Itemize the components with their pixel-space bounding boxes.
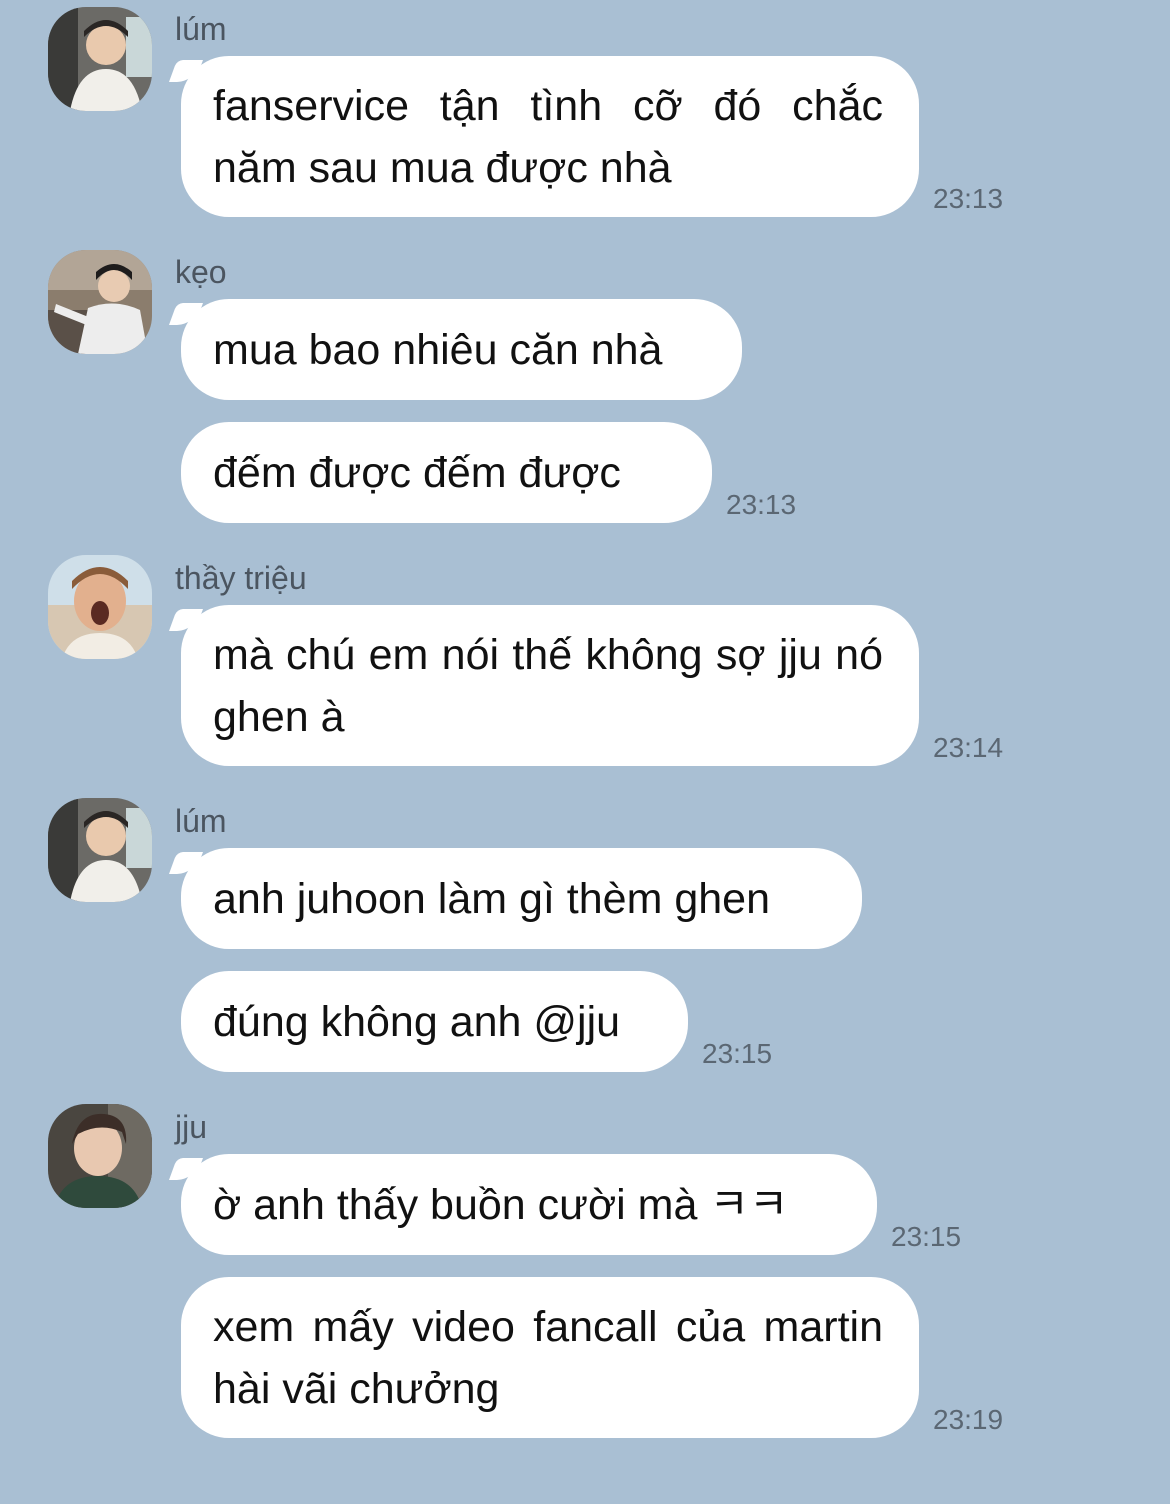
message-bubble[interactable]: xem mấy video fancall của martin hài vãi… [181, 1277, 919, 1438]
message-time: 23:13 [726, 489, 797, 520]
avatar-thay-trieu-icon [48, 555, 152, 659]
message-text: xem mấy video fancall của martin hài vãi… [213, 1303, 883, 1413]
message-bubble[interactable]: mua bao nhiêu căn nhà [181, 299, 742, 400]
sender-avatar[interactable] [48, 1104, 152, 1208]
sender-avatar[interactable] [48, 250, 152, 354]
sender-avatar[interactable] [48, 798, 152, 902]
message-time: 23:15 [891, 1221, 962, 1252]
message-text: đúng không anh @jju [213, 998, 621, 1046]
message-text: mua bao nhiêu căn nhà [213, 326, 663, 374]
avatar-keo-icon [48, 250, 152, 354]
avatar-lum-icon [48, 7, 152, 111]
sender-name: lúm [175, 11, 227, 47]
message-text: đếm được đếm được [213, 449, 621, 497]
sender-avatar[interactable] [48, 7, 152, 111]
sender-avatar[interactable] [48, 555, 152, 659]
message-time: 23:14 [933, 732, 1004, 763]
message-time: 23:15 [702, 1038, 773, 1069]
message-text: ờ anh thấy buồn cười mà ㅋㅋ [213, 1181, 789, 1229]
sender-name: jju [175, 1109, 208, 1145]
sender-name: lúm [175, 803, 227, 839]
chat-screen: { "messages": [ { "sender": "lúm", "avat… [0, 0, 1170, 1504]
message-bubble[interactable]: đúng không anh @jju [181, 971, 688, 1072]
message-text: anh juhoon làm gì thèm ghen [213, 875, 771, 923]
message-text: fanservice tận tình cỡ đó chắc năm sau m… [213, 82, 883, 192]
message-time: 23:19 [933, 1404, 1004, 1435]
message-bubble[interactable]: đếm được đếm được [181, 422, 712, 523]
message-text: mà chú em nói thế không sợ jju nó ghen à [213, 631, 883, 741]
sender-name: thầy triệu [175, 560, 307, 596]
message-time: 23:13 [933, 183, 1004, 214]
message-bubble[interactable]: fanservice tận tình cỡ đó chắc năm sau m… [181, 56, 919, 217]
message-bubble[interactable]: anh juhoon làm gì thèm ghen [181, 848, 862, 949]
message-bubble[interactable]: ờ anh thấy buồn cười mà ㅋㅋ [181, 1154, 877, 1255]
message-bubble[interactable]: mà chú em nói thế không sợ jju nó ghen à [181, 605, 919, 766]
avatar-jju-icon [48, 1104, 152, 1208]
avatar-lum-icon [48, 798, 152, 902]
sender-name: kẹo [175, 254, 227, 290]
